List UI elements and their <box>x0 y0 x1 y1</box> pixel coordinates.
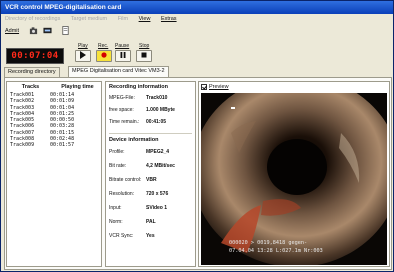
info-key: Resolution: <box>109 191 135 197</box>
osd-line-1: 000020 > 0019,8418 gegen- <box>229 240 308 246</box>
preview-header: Preview <box>201 83 229 92</box>
camera-button[interactable] <box>29 26 38 37</box>
vcr-icon <box>43 27 52 34</box>
info-value: 00:41:05 <box>146 119 167 125</box>
info-row: Resolution: 720 x 576 <box>106 187 195 201</box>
recording-info-title: Recording information <box>109 84 168 90</box>
menu-film[interactable]: Film <box>118 16 128 22</box>
playing-time-column-header[interactable]: Playing time <box>54 82 101 92</box>
pause-icon <box>120 52 126 58</box>
info-value: 720 x 576 <box>146 191 169 197</box>
menu-target-medium[interactable]: Target medium <box>71 16 107 22</box>
info-value: SVideo 1 <box>146 205 168 211</box>
info-key: Bit rate: <box>109 163 127 169</box>
rec-label: Rec. <box>98 43 109 49</box>
tracks-header: Tracks Playing time <box>7 82 101 92</box>
toolbar: Admit <box>1 25 393 39</box>
vcr-button[interactable] <box>43 26 52 37</box>
info-row: Profile: MPEG2_4 <box>106 145 195 159</box>
menu-view[interactable]: View <box>139 16 151 22</box>
info-panel: Recording information MPEG-File: Track010… <box>105 81 196 267</box>
info-row: VCR Sync: Yes <box>106 229 195 243</box>
menu-bar: Directory of recordings Target medium Fi… <box>1 14 393 24</box>
info-row: Norm: PAL <box>106 215 195 229</box>
info-value: 4,2 MBit/sec <box>146 163 175 169</box>
record-icon <box>101 52 107 58</box>
info-value: MPEG2_4 <box>146 149 170 155</box>
menu-directory-of-recordings[interactable]: Directory of recordings <box>5 16 60 22</box>
info-key: Profile: <box>109 149 125 155</box>
info-row: Time remain.: 00:41:05 <box>106 116 195 128</box>
preview-label: Preview <box>209 84 229 90</box>
info-row: MPEG-File: Track010 <box>106 92 195 104</box>
info-key: MPEG-File: <box>109 95 135 101</box>
main-window: VCR control MPEG-digitalisation card Dir… <box>0 0 394 272</box>
info-value: VBR <box>146 177 157 183</box>
info-value: 1.000 MByte <box>146 107 175 113</box>
track-rows: Track001 00:01:14 Track002 00:01:09 Track003… <box>7 92 101 149</box>
stop-button[interactable] <box>136 50 152 62</box>
info-row: Bitrate control: VBR <box>106 173 195 187</box>
video-preview: 000020 > 0019,8418 gegen- 07.04.04 13:28… <box>201 93 387 265</box>
stop-icon <box>141 52 147 58</box>
track-time: 00:01:57 <box>50 142 75 149</box>
pause-label: Pause <box>115 43 130 49</box>
play-icon <box>80 51 86 59</box>
info-key: Bitrate control: <box>109 177 142 183</box>
info-row: Input: SVideo 1 <box>106 201 195 215</box>
info-button[interactable] <box>61 26 70 37</box>
record-button[interactable] <box>96 50 112 62</box>
info-key: VCR Sync: <box>109 233 134 239</box>
info-key: Input: <box>109 205 122 211</box>
menu-extras[interactable]: Extras <box>161 16 177 22</box>
info-value: Track010 <box>146 95 168 101</box>
osd-line-2: 07.04.04 13:28 L:027.1m Nr:003 <box>229 248 323 254</box>
tab-mpeg-card[interactable]: MPEG Digitalisation card Vitec VM3-2 <box>68 66 169 77</box>
info-row: Bit rate: 4,2 MBit/sec <box>106 159 195 173</box>
camera-icon <box>29 27 38 35</box>
info-value: Yes <box>146 233 155 239</box>
stop-label: Stop <box>139 43 150 49</box>
preview-checkbox[interactable] <box>201 83 207 90</box>
device-info-rows: Profile: MPEG2_4 Bit rate: 4,2 MBit/sec Bitr… <box>106 145 195 243</box>
info-row: free space: 1.000 MByte <box>106 104 195 116</box>
tracks-list: Tracks Playing time Track001 00:01:14 Trac… <box>6 81 102 267</box>
admit-button[interactable]: Admit <box>5 26 19 37</box>
info-value: PAL <box>146 219 156 225</box>
track-row[interactable]: Track009 00:01:57 <box>7 142 101 148</box>
tab-recording-directory[interactable]: Recording directory <box>4 67 60 77</box>
tracks-column-header[interactable]: Tracks <box>7 82 54 92</box>
track-name: Track009 <box>10 142 35 149</box>
info-key: Norm: <box>109 219 123 225</box>
recording-info-rows: MPEG-File: Track010 free space: 1.000 MByte… <box>106 92 195 128</box>
info-key: free space: <box>109 107 134 113</box>
time-counter: 00:07:04 <box>6 48 64 64</box>
document-icon <box>62 26 69 35</box>
pause-button[interactable] <box>115 50 131 62</box>
info-key: Time remain.: <box>109 119 140 125</box>
play-label: Play <box>78 43 88 49</box>
window-title: VCR control MPEG-digitalisation card <box>1 1 393 14</box>
play-button[interactable] <box>75 50 91 62</box>
device-info-title: Device information <box>109 137 159 143</box>
section-divider <box>109 133 192 134</box>
preview-panel: Preview 000020 > 0019,8418 gegen- 07.04.… <box>198 81 390 267</box>
